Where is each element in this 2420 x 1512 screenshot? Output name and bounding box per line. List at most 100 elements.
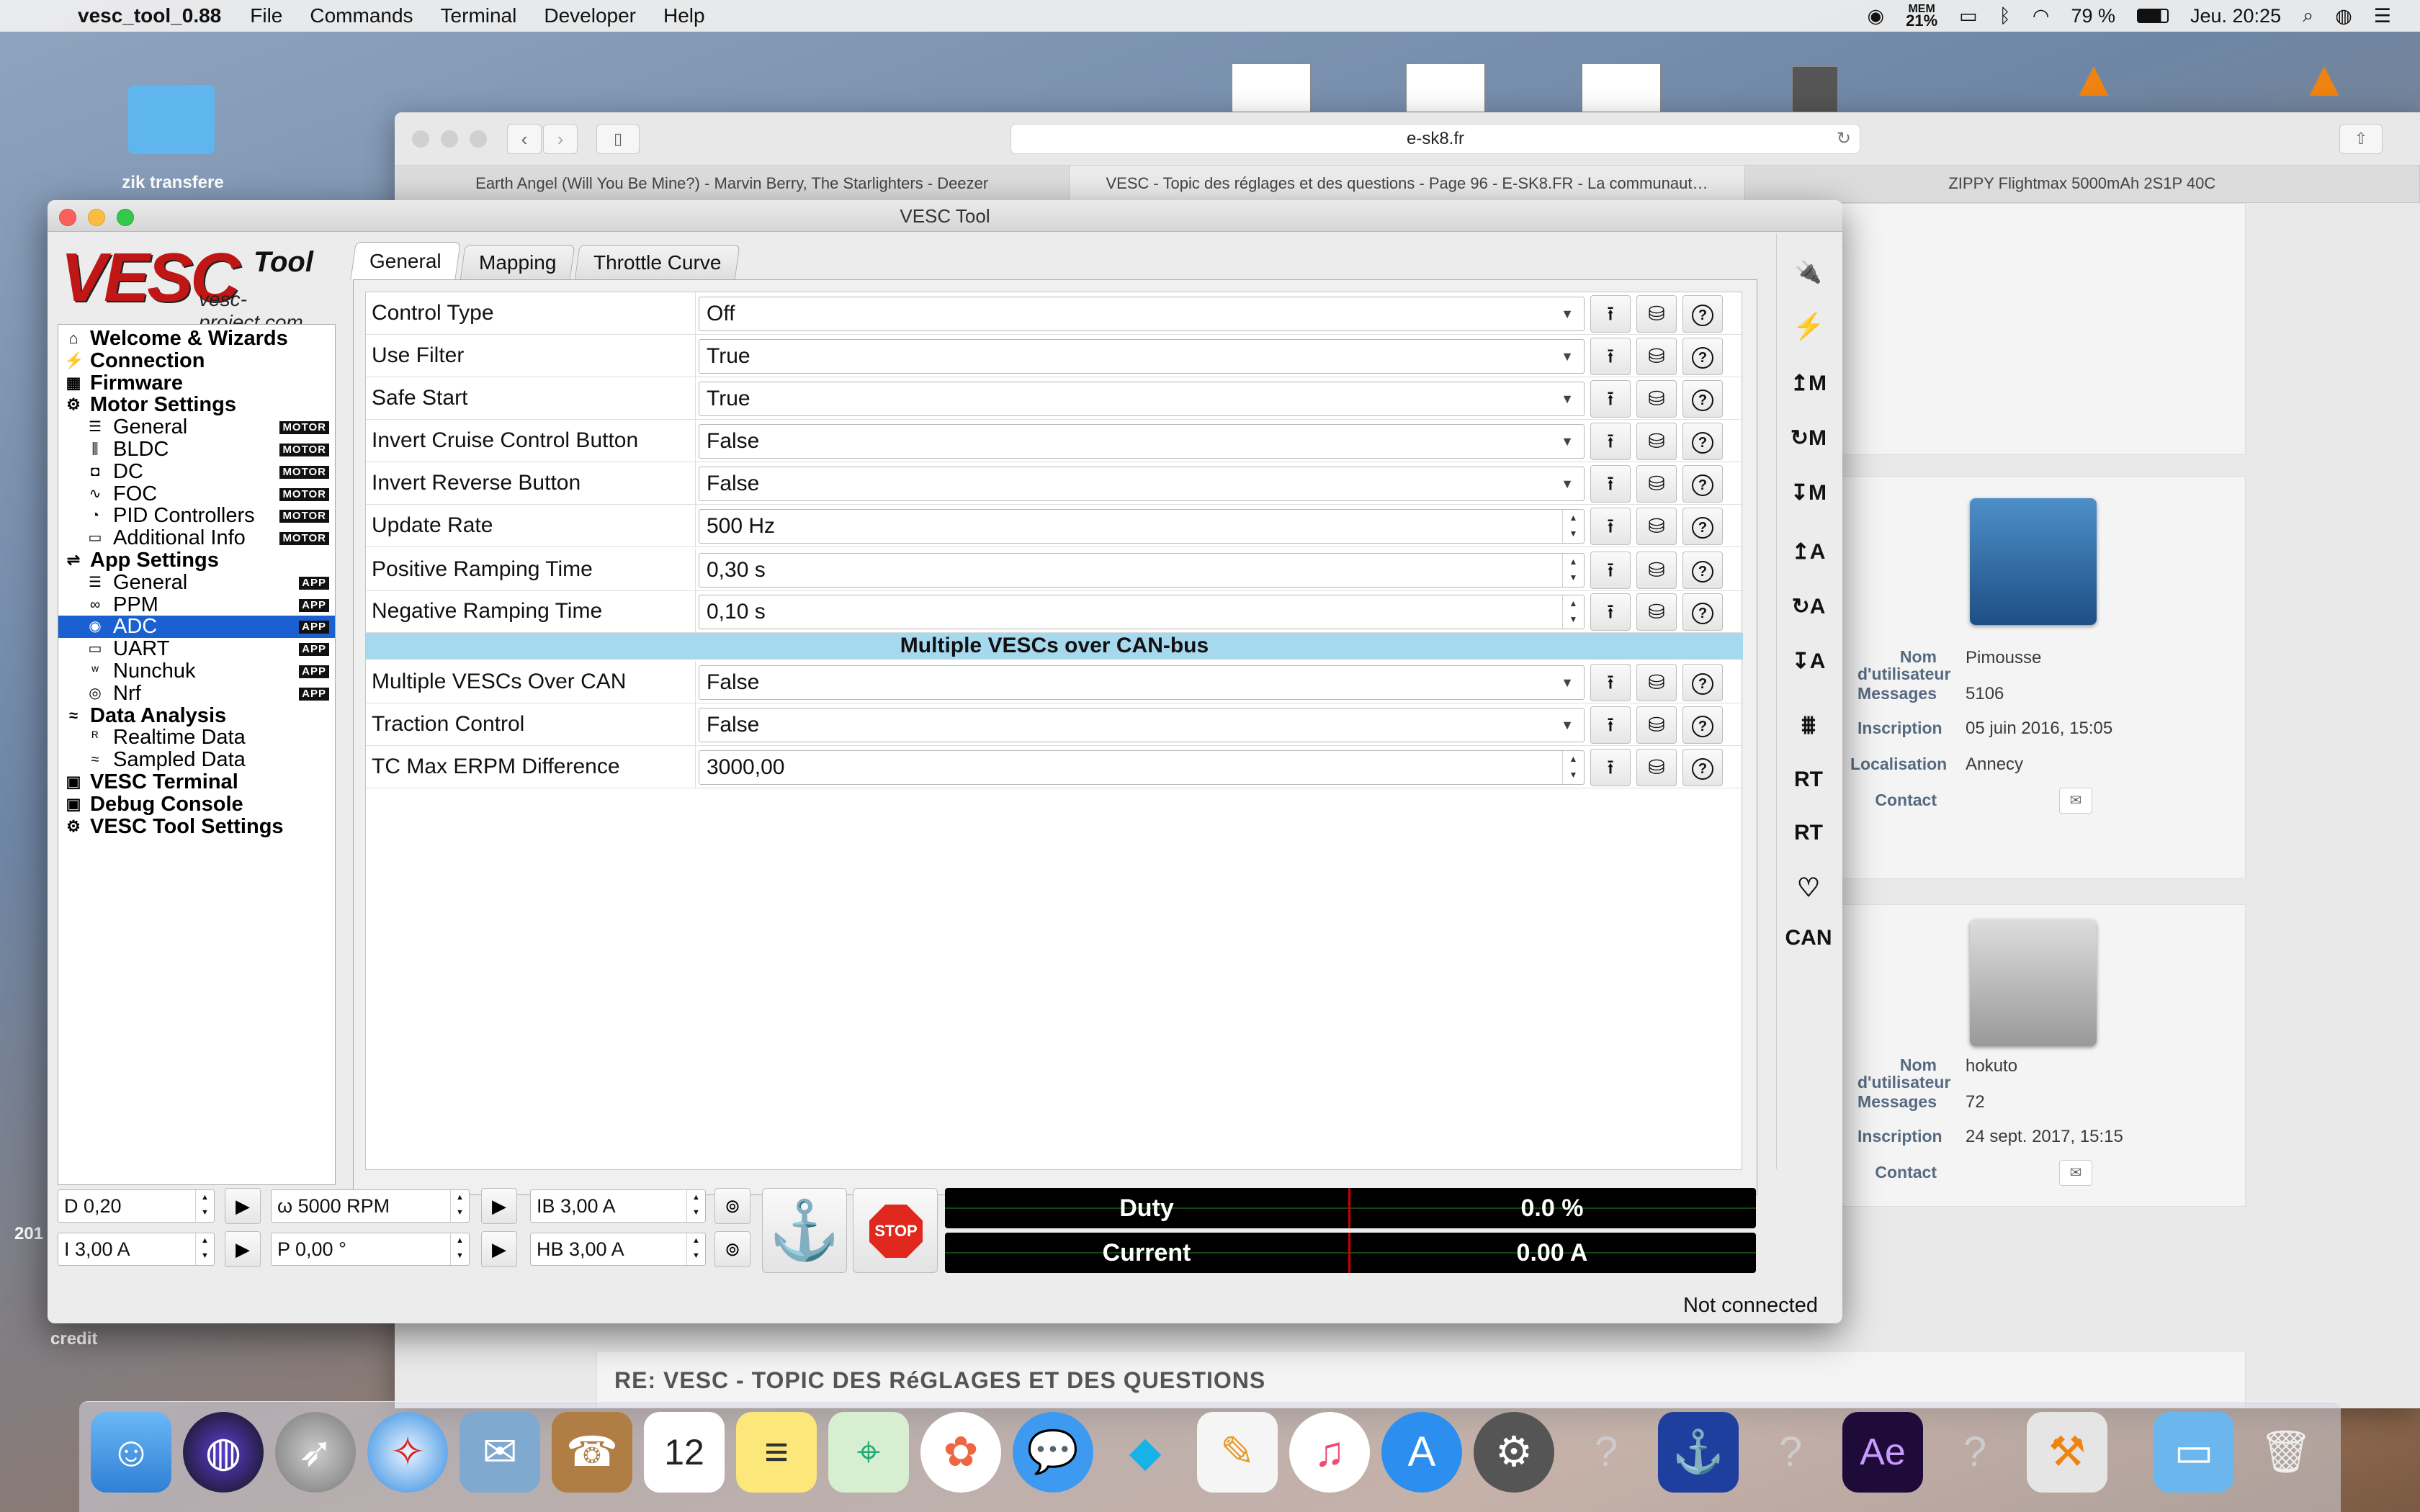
vlc-file-icon[interactable]: ▲ [2067,48,2120,109]
help-param-button[interactable]: ? [1682,664,1723,701]
handbrake-input[interactable]: HB 3,00 A ▲ ▼ [530,1233,706,1266]
desktop-file-thumbnail[interactable] [1406,63,1485,112]
sidebar-item-dc[interactable]: ◘ DC MOTOR [58,461,335,483]
minimize-button[interactable] [441,130,458,148]
default-param-button[interactable]: ⛁ [1636,508,1677,545]
write-param-button[interactable]: ⭱ [1590,380,1631,418]
bluetooth-icon[interactable]: ᛒ [1999,5,2011,27]
param-dropdown[interactable]: False ▼ [699,708,1585,742]
spotlight-search-icon[interactable]: ⌕ [2303,4,2313,27]
default-param-button[interactable]: ⛁ [1636,593,1677,631]
close-button[interactable] [59,209,76,226]
help-param-button[interactable]: ? [1682,552,1723,589]
param-spinbox[interactable]: 0,30 s ▲ ▼ [699,553,1585,588]
write-motor-config-icon[interactable]: ↧M [1783,469,1834,517]
menu-file[interactable]: File [250,4,282,27]
rt-app-icon[interactable]: RT [1783,809,1834,857]
detect-icon[interactable]: ⩩ [1783,701,1834,749]
itunes-icon[interactable]: ♫ [1289,1412,1370,1493]
sidebar-item-adc[interactable]: ◉ ADC APP [58,616,335,639]
battery-icon[interactable] [2136,9,2169,23]
launchpad-icon[interactable]: ➶ [275,1412,356,1493]
post-title[interactable]: RE: VESC - TOPIC DES RéGLAGES ET DES QUE… [614,1367,1265,1394]
read-default-app-config-icon[interactable]: ↻A [1783,583,1834,631]
contacts-icon[interactable]: ☎ [552,1412,632,1493]
minimize-button[interactable] [88,209,105,226]
sidebar-item-uart[interactable]: ▭ UART APP [58,638,335,660]
write-param-button[interactable]: ⭱ [1590,749,1631,786]
speed-input[interactable]: ω 5000 RPM ▲ ▼ [271,1189,470,1223]
sidebar-item-firmware[interactable]: ▦ Firmware [58,372,335,395]
desktop-file-thumbnail[interactable] [1792,66,1838,112]
sidebar-item-connection[interactable]: ⚡ Connection [58,350,335,372]
stop-button[interactable]: STOP [853,1188,938,1273]
battery-percentage[interactable]: 79 % [2071,5,2115,27]
write-app-config-icon[interactable]: ↧A [1783,638,1834,685]
sidebar-item-nunchuk[interactable]: ʷ Nunchuk APP [58,660,335,683]
contact-message-icon[interactable]: ✉ [2059,788,2092,814]
duty-input[interactable]: D 0,20 ▲ ▼ [58,1189,215,1223]
tab-general[interactable]: General [350,242,461,281]
sidebar-item-sampled-data[interactable]: ≈ Sampled Data [58,749,335,771]
maps-icon[interactable]: ⌖ [828,1412,909,1493]
tab-throttle-curve[interactable]: Throttle Curve [574,245,740,281]
calendar-icon[interactable]: 12 [644,1412,725,1493]
read-app-config-icon[interactable]: ↥A [1783,528,1834,576]
sidebar-item-realtime-data[interactable]: ᴿ Realtime Data [58,726,335,749]
siri-icon[interactable]: ◍ [2335,5,2352,27]
sidebar-item-general[interactable]: ☰ General APP [58,572,335,594]
menu-help[interactable]: Help [663,4,705,27]
xcode-icon[interactable]: ⚒ [2027,1412,2107,1493]
back-button[interactable]: ‹ [507,124,542,154]
sidebar-item-general[interactable]: ☰ General MOTOR [58,416,335,438]
after-effects-icon[interactable]: Ae [1842,1412,1923,1493]
brake-spinner[interactable]: ▲ ▼ [686,1190,705,1222]
default-param-button[interactable]: ⛁ [1636,295,1677,333]
read-motor-config-icon[interactable]: ↥M [1783,360,1834,408]
sidebar-toggle-icon[interactable]: ▯ [596,124,640,154]
address-bar[interactable]: e-sk8.fr ↻ [1010,124,1860,154]
help-param-button[interactable]: ? [1682,508,1723,545]
reload-icon[interactable]: ↻ [1837,125,1851,153]
param-spinbox[interactable]: 500 Hz ▲ ▼ [699,509,1585,544]
spinner-arrows-icon[interactable]: ▲ ▼ [1562,510,1584,543]
wifi-icon[interactable]: ◠ [2033,5,2050,27]
set-handbrake-button[interactable]: ⊚ [714,1231,750,1267]
position-input[interactable]: P 0,00 ° ▲ ▼ [271,1233,470,1266]
help-param-button[interactable]: ? [1682,593,1723,631]
connect-icon[interactable]: 🔌 [1783,249,1834,297]
param-dropdown[interactable]: Off ▼ [699,297,1585,331]
share-icon[interactable]: ⇧ [2339,124,2383,154]
creative-cloud-icon[interactable]: ◉ [1868,5,1885,27]
contact-message-icon[interactable]: ✉ [2059,1160,2092,1186]
param-spinbox[interactable]: 0,10 s ▲ ▼ [699,595,1585,629]
param-dropdown[interactable]: False ▼ [699,424,1585,459]
sidebar-item-data-analysis[interactable]: ≈ Data Analysis [58,705,335,727]
tab-mapping[interactable]: Mapping [460,245,575,281]
sidebar-item-vesc-terminal[interactable]: ▣ VESC Terminal [58,771,335,793]
memory-indicator[interactable]: MEM 21% [1906,3,1937,29]
heartbeat-icon[interactable]: ♡ [1783,864,1834,912]
sidebar-item-welcome-wizards[interactable]: ⌂ Welcome & Wizards [58,328,335,350]
help-param-button[interactable]: ? [1682,465,1723,503]
finder-icon[interactable]: ☺ [91,1412,171,1493]
sidebar-item-pid-controllers[interactable]: ◔ PID Controllers MOTOR [58,505,335,527]
help-param-button[interactable]: ? [1682,295,1723,333]
default-param-button[interactable]: ⛁ [1636,749,1677,786]
safari-tab-active[interactable]: VESC - Topic des réglages et des questio… [1070,166,1745,202]
write-param-button[interactable]: ⭱ [1590,338,1631,375]
default-param-button[interactable]: ⛁ [1636,423,1677,460]
sidebar-item-vesc-tool-settings[interactable]: ⚙ VESC Tool Settings [58,816,335,838]
write-param-button[interactable]: ⭱ [1590,508,1631,545]
spinner-arrows-icon[interactable]: ▲ ▼ [1562,595,1584,629]
current-spinner[interactable]: ▲ ▼ [195,1233,214,1265]
notification-center-icon[interactable]: ☰ [2374,5,2391,27]
help-param-button[interactable]: ? [1682,706,1723,744]
position-spinner[interactable]: ▲ ▼ [450,1233,469,1265]
safari-tab[interactable]: Earth Angel (Will You Be Mine?) - Marvin… [395,166,1070,202]
vesc-tool-dock-icon[interactable]: ⚓ [1658,1412,1739,1493]
forward-button[interactable]: › [543,124,578,154]
spinner-arrows-icon[interactable]: ▲ ▼ [1562,554,1584,587]
messages-icon[interactable]: 💬 [1013,1412,1093,1493]
vlc-file-icon[interactable]: ▲ [2298,48,2351,109]
